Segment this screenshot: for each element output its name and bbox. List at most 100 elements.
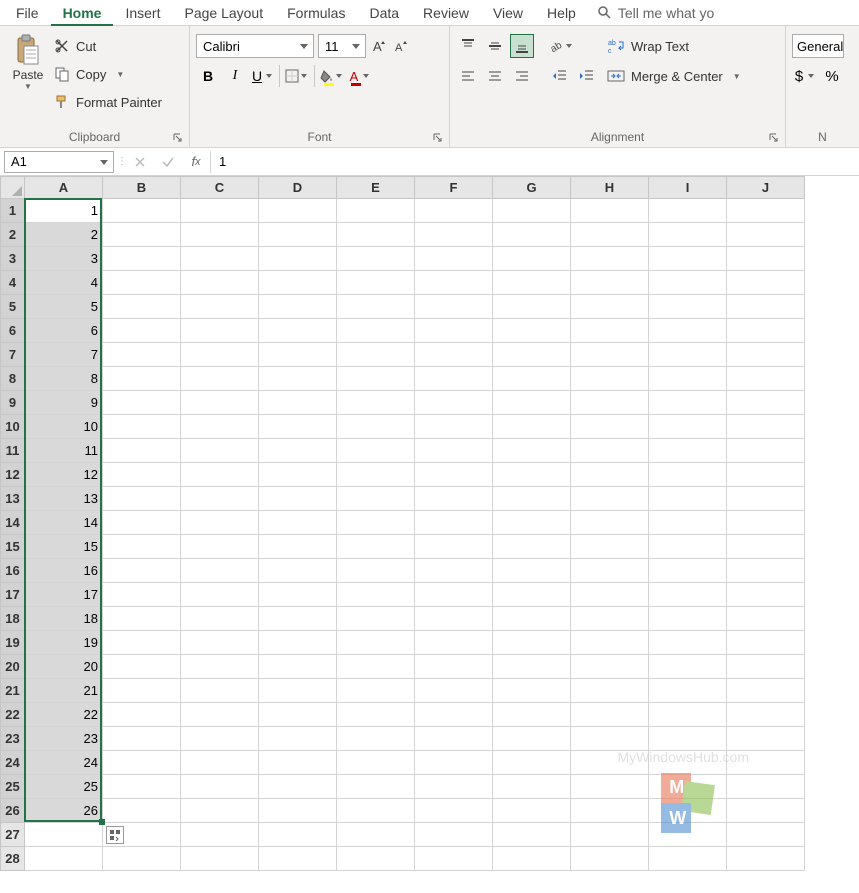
cell-A17[interactable]: 17 <box>25 583 103 607</box>
row-header-7[interactable]: 7 <box>1 343 25 367</box>
insert-function-button[interactable]: fx <box>182 148 210 176</box>
cell-J4[interactable] <box>727 271 805 295</box>
row-header-16[interactable]: 16 <box>1 559 25 583</box>
cell-G23[interactable] <box>493 727 571 751</box>
cell-C21[interactable] <box>181 679 259 703</box>
cell-B9[interactable] <box>103 391 181 415</box>
cell-D16[interactable] <box>259 559 337 583</box>
cell-C12[interactable] <box>181 463 259 487</box>
cell-E25[interactable] <box>337 775 415 799</box>
cell-F20[interactable] <box>415 655 493 679</box>
cell-H12[interactable] <box>571 463 649 487</box>
tab-page-layout[interactable]: Page Layout <box>172 0 275 26</box>
row-header-23[interactable]: 23 <box>1 727 25 751</box>
cell-E20[interactable] <box>337 655 415 679</box>
cell-A15[interactable]: 15 <box>25 535 103 559</box>
cell-D11[interactable] <box>259 439 337 463</box>
autofill-options-button[interactable] <box>106 826 124 844</box>
cell-C1[interactable] <box>181 199 259 223</box>
cell-G5[interactable] <box>493 295 571 319</box>
column-header-H[interactable]: H <box>571 177 649 199</box>
cell-B12[interactable] <box>103 463 181 487</box>
cell-D12[interactable] <box>259 463 337 487</box>
cell-B6[interactable] <box>103 319 181 343</box>
cell-G26[interactable] <box>493 799 571 823</box>
cell-I19[interactable] <box>649 631 727 655</box>
row-header-9[interactable]: 9 <box>1 391 25 415</box>
fill-color-button[interactable] <box>320 64 344 88</box>
cell-D2[interactable] <box>259 223 337 247</box>
cell-G20[interactable] <box>493 655 571 679</box>
cell-J5[interactable] <box>727 295 805 319</box>
cell-H21[interactable] <box>571 679 649 703</box>
cell-B17[interactable] <box>103 583 181 607</box>
cell-F17[interactable] <box>415 583 493 607</box>
orientation-button[interactable]: ab <box>548 34 574 58</box>
cell-C20[interactable] <box>181 655 259 679</box>
align-center-button[interactable] <box>483 64 507 88</box>
cell-F2[interactable] <box>415 223 493 247</box>
paste-dropdown-icon[interactable]: ▼ <box>24 82 32 91</box>
cell-H18[interactable] <box>571 607 649 631</box>
row-header-27[interactable]: 27 <box>1 823 25 847</box>
cell-A6[interactable]: 6 <box>25 319 103 343</box>
cell-D20[interactable] <box>259 655 337 679</box>
cell-G27[interactable] <box>493 823 571 847</box>
cell-F26[interactable] <box>415 799 493 823</box>
font-size-select[interactable]: 11 <box>318 34 366 58</box>
cell-H1[interactable] <box>571 199 649 223</box>
row-header-20[interactable]: 20 <box>1 655 25 679</box>
cell-H6[interactable] <box>571 319 649 343</box>
cell-H16[interactable] <box>571 559 649 583</box>
cell-C3[interactable] <box>181 247 259 271</box>
cell-H19[interactable] <box>571 631 649 655</box>
cell-I13[interactable] <box>649 487 727 511</box>
bold-button[interactable]: B <box>196 64 220 88</box>
cell-G4[interactable] <box>493 271 571 295</box>
cell-D23[interactable] <box>259 727 337 751</box>
cell-I25[interactable] <box>649 775 727 799</box>
cell-C5[interactable] <box>181 295 259 319</box>
cell-G25[interactable] <box>493 775 571 799</box>
cell-F12[interactable] <box>415 463 493 487</box>
cell-E21[interactable] <box>337 679 415 703</box>
cell-I12[interactable] <box>649 463 727 487</box>
cell-A14[interactable]: 14 <box>25 511 103 535</box>
cell-J24[interactable] <box>727 751 805 775</box>
cell-E24[interactable] <box>337 751 415 775</box>
accounting-format-button[interactable]: $ <box>792 64 816 88</box>
cell-J18[interactable] <box>727 607 805 631</box>
cell-F28[interactable] <box>415 847 493 871</box>
row-header-19[interactable]: 19 <box>1 631 25 655</box>
cell-E28[interactable] <box>337 847 415 871</box>
cell-I8[interactable] <box>649 367 727 391</box>
underline-button[interactable]: U <box>250 64 274 88</box>
row-header-5[interactable]: 5 <box>1 295 25 319</box>
cell-J6[interactable] <box>727 319 805 343</box>
align-left-button[interactable] <box>456 64 480 88</box>
percent-format-button[interactable]: % <box>820 64 844 88</box>
cell-E2[interactable] <box>337 223 415 247</box>
cell-J21[interactable] <box>727 679 805 703</box>
cell-A24[interactable]: 24 <box>25 751 103 775</box>
cell-A25[interactable]: 25 <box>25 775 103 799</box>
row-header-8[interactable]: 8 <box>1 367 25 391</box>
cell-J20[interactable] <box>727 655 805 679</box>
cell-E23[interactable] <box>337 727 415 751</box>
cell-H22[interactable] <box>571 703 649 727</box>
row-header-2[interactable]: 2 <box>1 223 25 247</box>
align-middle-button[interactable] <box>483 34 507 58</box>
cell-C18[interactable] <box>181 607 259 631</box>
cell-F9[interactable] <box>415 391 493 415</box>
cell-C8[interactable] <box>181 367 259 391</box>
cell-G14[interactable] <box>493 511 571 535</box>
align-bottom-button[interactable] <box>510 34 534 58</box>
cell-J19[interactable] <box>727 631 805 655</box>
cell-J13[interactable] <box>727 487 805 511</box>
cell-G17[interactable] <box>493 583 571 607</box>
cell-E18[interactable] <box>337 607 415 631</box>
cell-C11[interactable] <box>181 439 259 463</box>
cell-F1[interactable] <box>415 199 493 223</box>
cell-I15[interactable] <box>649 535 727 559</box>
cell-C15[interactable] <box>181 535 259 559</box>
